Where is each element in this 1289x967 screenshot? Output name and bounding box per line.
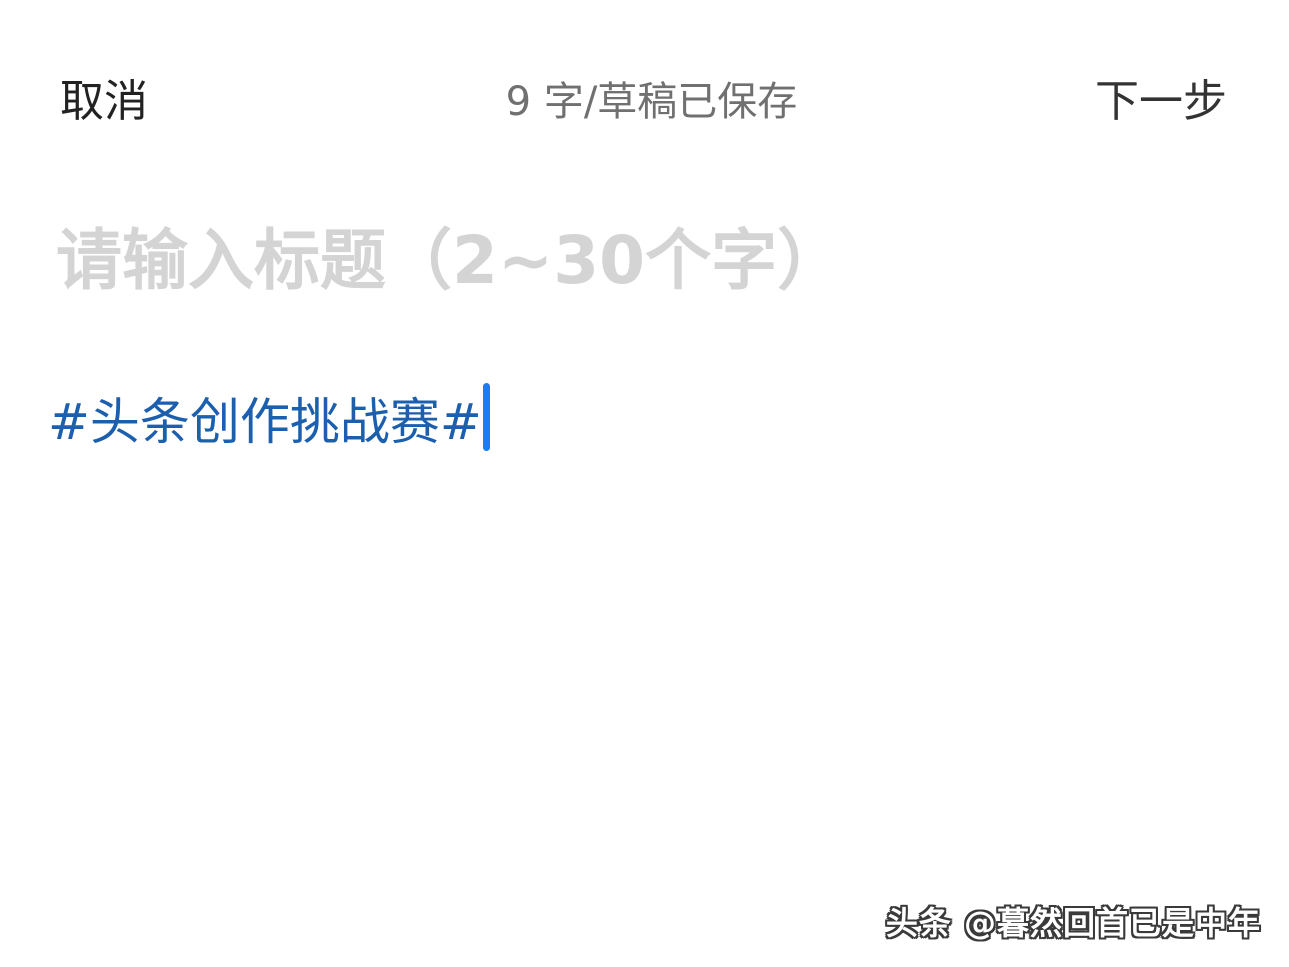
- source-watermark: 头条 @暮然回首已是中年: [885, 904, 1261, 942]
- body-text-editor[interactable]: #头条创作挑战赛#: [48, 382, 1238, 802]
- hashtag-topic-link[interactable]: #头条创作挑战赛#: [48, 393, 482, 451]
- top-nav-bar: 取消 9 字/草稿已保存 下一步: [0, 60, 1289, 144]
- article-editor-screen: 取消 9 字/草稿已保存 下一步 #头条创作挑战赛# 头条 @暮然回首已是中年: [0, 0, 1289, 967]
- text-cursor: [482, 383, 490, 451]
- title-input[interactable]: [56, 212, 1236, 308]
- next-step-button[interactable]: 下一步: [1095, 74, 1227, 130]
